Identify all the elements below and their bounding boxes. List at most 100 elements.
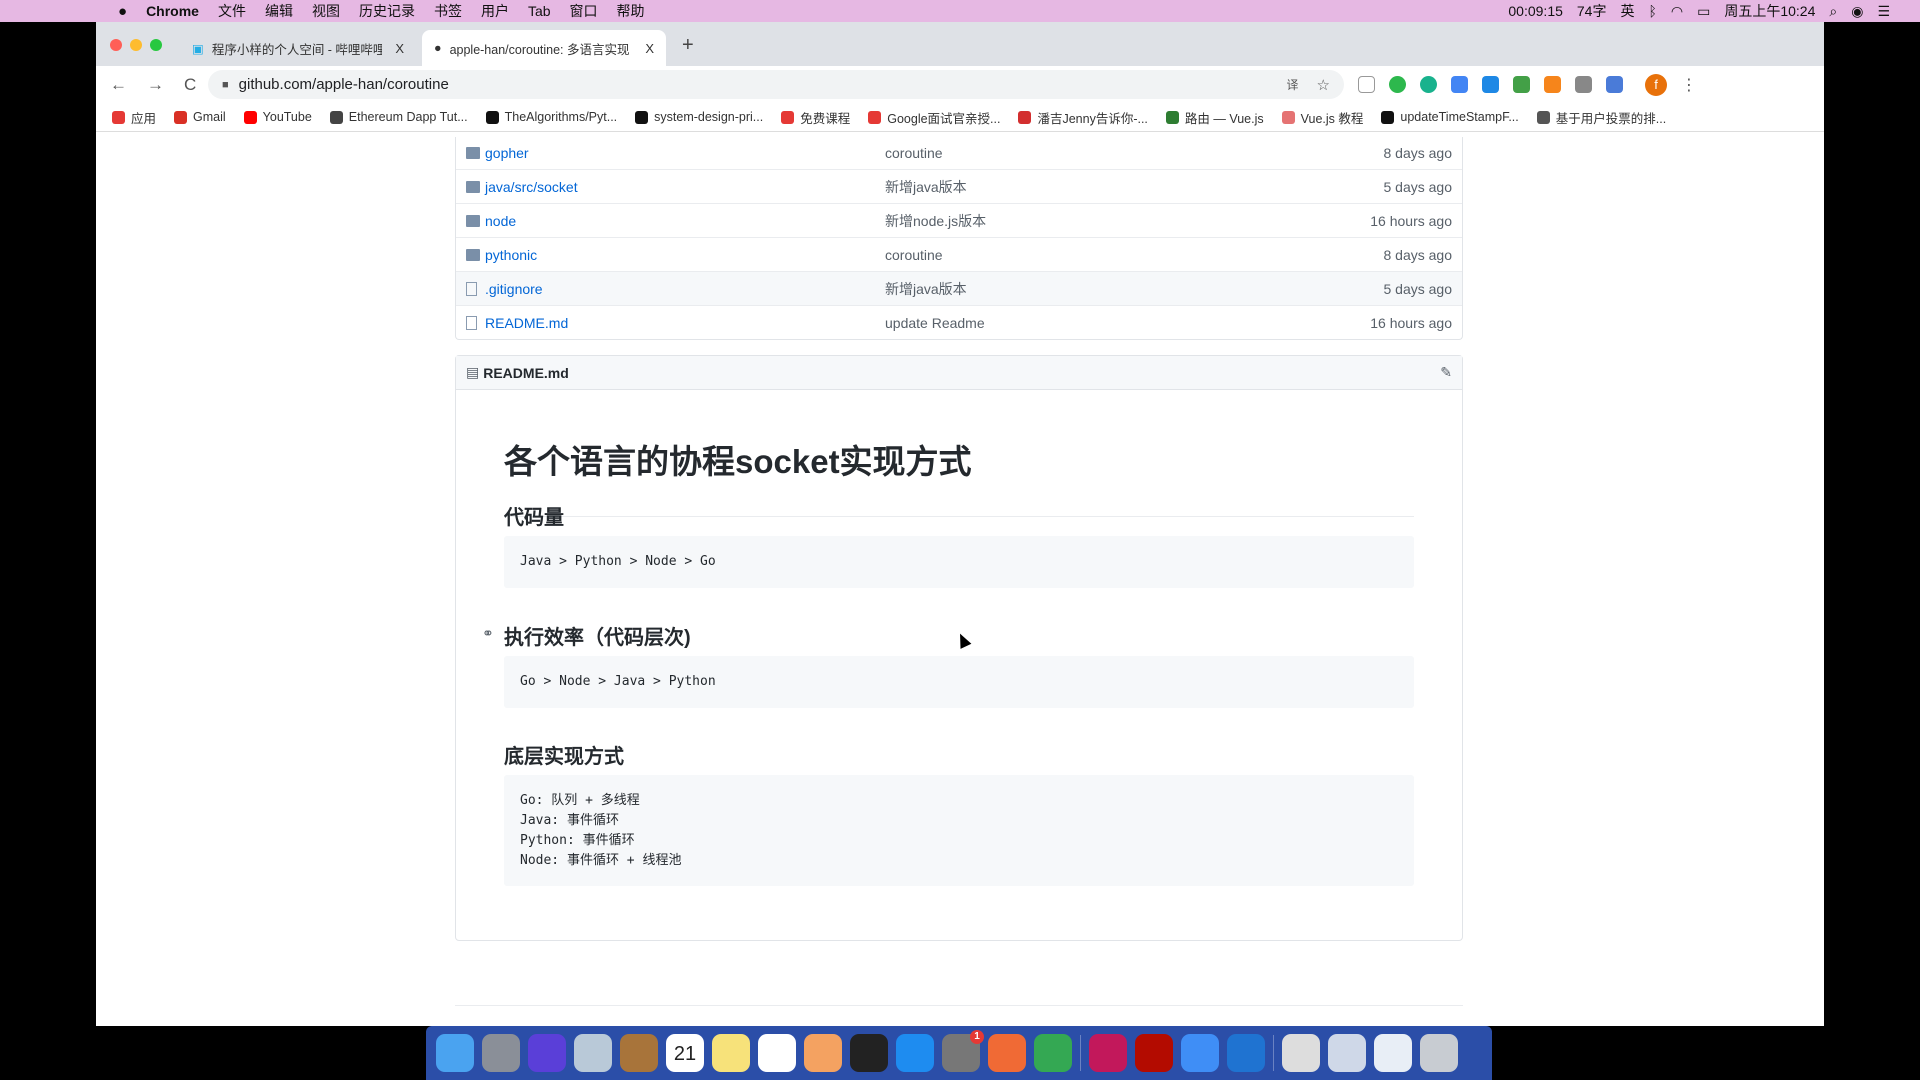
recording-timer[interactable]: 00:09:15 — [1508, 3, 1563, 19]
zoom-window-button[interactable] — [150, 39, 162, 51]
file-name-link[interactable]: gopher — [485, 145, 885, 161]
dock-app-trash[interactable] — [1420, 1034, 1458, 1072]
file-name-link[interactable]: pythonic — [485, 247, 885, 263]
bookmark-item[interactable]: Ethereum Dapp Tut... — [329, 110, 468, 124]
extension-icon[interactable] — [1513, 76, 1530, 93]
dock-app-reminders[interactable] — [758, 1034, 796, 1072]
dock-app-window-3[interactable] — [1374, 1034, 1412, 1072]
dock-app-app-store[interactable] — [896, 1034, 934, 1072]
bookmark-item[interactable]: TheAlgorithms/Pyt... — [485, 110, 617, 124]
menu-help[interactable]: 帮助 — [617, 1, 645, 21]
dock-app-window-1[interactable] — [1282, 1034, 1320, 1072]
menu-view[interactable]: 视图 — [312, 1, 340, 21]
tab-bilibili[interactable]: ▣ 程序小样的个人空间 - 哔哩哔哩 X — [180, 30, 416, 66]
commit-message-link[interactable]: 新增node.js版本 — [885, 211, 986, 231]
extension-icon[interactable] — [1389, 76, 1406, 93]
dock-app-postman[interactable] — [988, 1034, 1026, 1072]
search-icon[interactable]: ⌕ — [1829, 3, 1837, 20]
bookmark-item[interactable]: 免费课程 — [781, 108, 850, 127]
tab-github[interactable]: ● apple-han/coroutine: 多语言实现 X — [422, 30, 666, 66]
pencil-icon[interactable]: ✎ — [1440, 364, 1452, 381]
profile-avatar[interactable]: f — [1645, 73, 1667, 96]
menu-app[interactable]: Chrome — [146, 3, 199, 19]
bookmark-item[interactable]: 基于用户投票的排... — [1536, 108, 1666, 127]
commit-message-link[interactable]: update Readme — [885, 315, 985, 331]
translate-extension-icon[interactable] — [1451, 76, 1468, 93]
close-window-button[interactable] — [110, 39, 122, 51]
commit-message-link[interactable]: coroutine — [885, 247, 943, 263]
forward-button[interactable]: → — [147, 75, 164, 95]
bookmark-item[interactable]: Vue.js 教程 — [1281, 108, 1363, 127]
dock-app-chrome[interactable] — [1034, 1034, 1072, 1072]
dock-app-calendar[interactable]: 21 — [666, 1034, 704, 1072]
file-name-link[interactable]: node — [485, 213, 885, 229]
reload-button[interactable]: C — [184, 75, 196, 95]
json-extension-icon[interactable] — [1358, 76, 1375, 93]
bluetooth-icon[interactable]: ᛒ — [1648, 3, 1656, 19]
dock-app-siri[interactable] — [528, 1034, 566, 1072]
bookmark-item[interactable]: 路由 — Vue.js — [1165, 108, 1264, 127]
address-bar[interactable]: ■ github.com/apple-han/coroutine 译 ☆ — [208, 70, 1344, 99]
extension-icon[interactable] — [1606, 76, 1623, 93]
url-text[interactable]: github.com/apple-han/coroutine — [239, 76, 449, 93]
apple-menu-icon[interactable]: ● — [118, 3, 127, 20]
bookmark-item[interactable]: system-design-pri... — [635, 110, 763, 124]
dock: 21 1 — [426, 1026, 1492, 1080]
wordcount-status[interactable]: 74字 — [1577, 1, 1607, 21]
bookmark-item[interactable]: updateTimeStampF... — [1381, 110, 1519, 124]
dock-app-acrobat[interactable] — [1135, 1034, 1173, 1072]
bookmark-item[interactable]: 潘吉Jenny告诉你-... — [1018, 108, 1148, 127]
bookmark-item[interactable]: Google面试官亲授... — [868, 108, 1000, 127]
metamask-icon[interactable] — [1544, 76, 1561, 93]
dock-app-keynote[interactable] — [1227, 1034, 1265, 1072]
bookmark-item[interactable]: Gmail — [174, 110, 226, 124]
dock-app-launchpad[interactable] — [482, 1034, 520, 1072]
menu-bookmarks[interactable]: 书签 — [434, 1, 462, 21]
notification-center-icon[interactable]: ☰ — [1877, 3, 1890, 20]
menu-window[interactable]: 窗口 — [570, 1, 598, 21]
commit-message-link[interactable]: 新增java版本 — [885, 279, 967, 299]
wifi-icon[interactable]: ◠ — [1671, 3, 1683, 20]
bookmark-item[interactable]: 应用 — [112, 108, 156, 127]
bookmark-label: 潘吉Jenny告诉你-... — [1037, 111, 1148, 126]
file-name-link[interactable]: java/src/socket — [485, 179, 885, 195]
dock-app-paw[interactable] — [1181, 1034, 1219, 1072]
menu-edit[interactable]: 编辑 — [265, 1, 293, 21]
bookmark-item[interactable]: YouTube — [243, 110, 312, 124]
clock[interactable]: 周五上午10:24 — [1724, 1, 1815, 21]
link-icon[interactable]: ⚭ — [482, 625, 494, 642]
dock-app-finder[interactable] — [436, 1034, 474, 1072]
back-button[interactable]: ← — [110, 75, 127, 95]
menu-file[interactable]: 文件 — [218, 1, 246, 21]
extension-icon[interactable] — [1420, 76, 1437, 93]
vue-devtools-icon[interactable] — [1575, 76, 1592, 93]
dock-app-contacts[interactable] — [620, 1034, 658, 1072]
siri-icon[interactable]: ◉ — [1851, 3, 1863, 20]
chrome-menu-icon[interactable]: ⋮ — [1681, 75, 1697, 95]
menu-user[interactable]: 用户 — [481, 1, 509, 21]
menu-tab[interactable]: Tab — [528, 3, 551, 19]
close-tab-icon[interactable]: X — [645, 41, 654, 56]
file-name-link[interactable]: .gitignore — [485, 281, 885, 297]
menu-history[interactable]: 历史记录 — [359, 1, 415, 21]
bookmark-icon — [781, 110, 795, 124]
translate-icon[interactable]: 译 — [1287, 76, 1299, 94]
dock-app-intellij-idea[interactable] — [1089, 1034, 1127, 1072]
dock-app-terminal[interactable] — [850, 1034, 888, 1072]
dock-app-notes[interactable] — [712, 1034, 750, 1072]
dock-app-photos[interactable] — [804, 1034, 842, 1072]
dock-app-mail[interactable] — [574, 1034, 612, 1072]
battery-icon[interactable]: ▭ — [1697, 3, 1710, 20]
file-name-link[interactable]: README.md — [485, 315, 885, 331]
commit-message-link[interactable]: 新增java版本 — [885, 177, 967, 197]
extension-icon[interactable] — [1482, 76, 1499, 93]
file-row: .gitignore 新增java版本 5 days ago — [456, 271, 1462, 305]
bookmark-star-icon[interactable]: ☆ — [1317, 76, 1330, 94]
commit-message-link[interactable]: coroutine — [885, 145, 943, 161]
ime-status[interactable]: 英 — [1620, 1, 1634, 21]
dock-app-window-2[interactable] — [1328, 1034, 1366, 1072]
new-tab-button[interactable]: + — [682, 34, 694, 57]
minimize-window-button[interactable] — [130, 39, 142, 51]
close-tab-icon[interactable]: X — [395, 41, 404, 56]
dock-app-system-preferences[interactable]: 1 — [942, 1030, 984, 1072]
